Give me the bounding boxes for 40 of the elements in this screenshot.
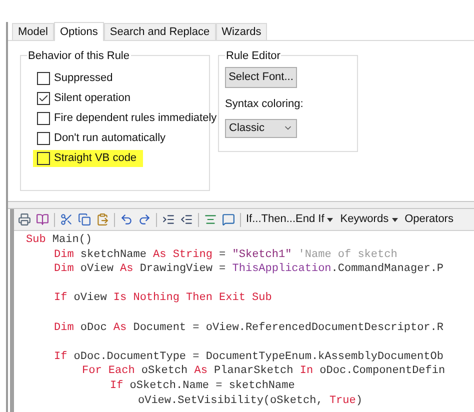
code-line: Dim oView As DrawingView = ThisApplication.CommandManager.P bbox=[54, 262, 444, 277]
comment-icon[interactable] bbox=[222, 213, 235, 226]
toolbar-menu-button[interactable]: If...Then...End If bbox=[246, 211, 336, 228]
paste-icon[interactable] bbox=[96, 213, 109, 226]
code-line: Dim oDoc As Document = oView.ReferencedDocumentDescriptor.R bbox=[54, 320, 444, 336]
redo-icon[interactable] bbox=[138, 213, 151, 226]
tab[interactable]: Wizards bbox=[216, 23, 268, 40]
code-line: For Each oSketch As PlanarSketch In oDoc.ComponentDefin bbox=[82, 364, 446, 379]
copy-icon[interactable] bbox=[78, 213, 91, 226]
undo-icon[interactable] bbox=[120, 213, 133, 226]
code-line: If oSketch.Name = sketchName bbox=[110, 378, 295, 394]
toolbar-menu-button[interactable]: Keywords bbox=[340, 211, 400, 228]
scissors-icon[interactable] bbox=[60, 213, 73, 226]
syntax-dropdown[interactable]: Classic bbox=[225, 118, 297, 138]
syntax-coloring-label: Syntax coloring: bbox=[225, 97, 304, 112]
code-line: Dim sketchName As String = "Sketch1" 'Name of sketch bbox=[54, 248, 398, 262]
code-line: Sub Main() bbox=[26, 233, 92, 248]
checkbox[interactable] bbox=[37, 132, 50, 145]
checkbox-label: Don't run automatically bbox=[54, 131, 166, 146]
code-line: oView.SetVisibility(oSketch, True) bbox=[138, 394, 362, 408]
checkbox-label: Straight VB code bbox=[54, 151, 137, 166]
book-icon[interactable] bbox=[36, 213, 49, 226]
align-icon[interactable] bbox=[204, 213, 217, 226]
outdent-icon[interactable] bbox=[180, 213, 193, 226]
tab[interactable]: Search and Replace bbox=[104, 23, 216, 40]
checkbox[interactable] bbox=[37, 92, 50, 105]
indent-icon[interactable] bbox=[162, 213, 175, 226]
checkbox[interactable] bbox=[37, 72, 50, 85]
checkbox[interactable] bbox=[37, 152, 50, 165]
checkbox-label: Silent operation bbox=[54, 91, 130, 106]
printer-icon[interactable] bbox=[18, 213, 31, 226]
checkbox-label: Suppressed bbox=[54, 71, 113, 86]
code-line: If oDoc.DocumentType = DocumentTypeEnum.kAssemblyDocumentOb bbox=[54, 350, 444, 364]
tab[interactable]: Options bbox=[54, 22, 104, 41]
toolbar-menu-button[interactable]: Operators bbox=[404, 211, 456, 228]
checkbox-label: Fire dependent rules immediately bbox=[54, 111, 217, 126]
checkbox[interactable] bbox=[37, 112, 50, 125]
code-line: If oView Is Nothing Then Exit Sub bbox=[54, 291, 272, 306]
tab[interactable]: Model bbox=[12, 23, 54, 40]
select-font-button[interactable]: Select Font... bbox=[225, 67, 297, 88]
